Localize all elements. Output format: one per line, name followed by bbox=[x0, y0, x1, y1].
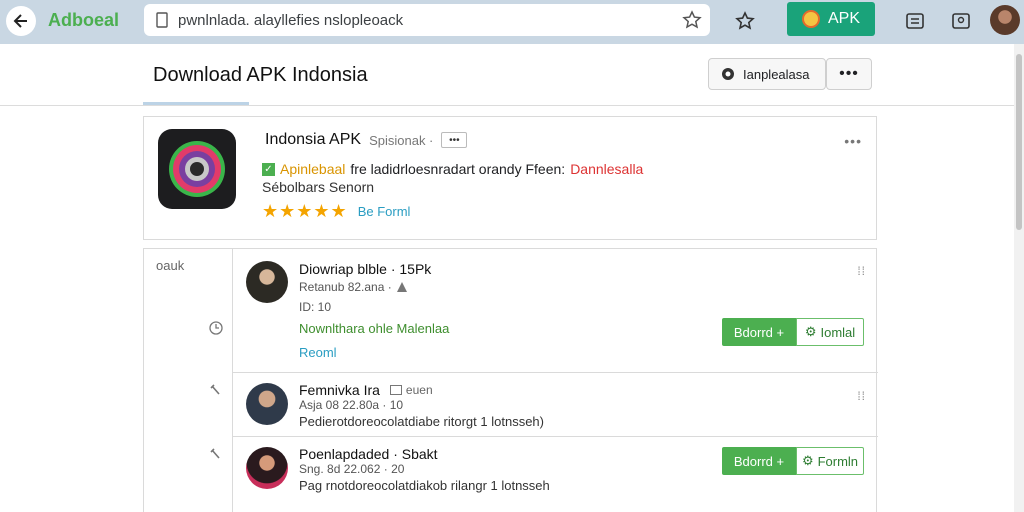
item-actions: Bdorrd + ⚙ Formln bbox=[722, 447, 864, 475]
browser-brand: Adboeal bbox=[48, 10, 120, 30]
app-name: Indonsia APK bbox=[265, 131, 362, 148]
item-description: Pag rnotdoreocolatdiakob rilangr 1 lotns… bbox=[299, 478, 550, 493]
item-status: Nownlthara ohle Malenlaa bbox=[299, 321, 450, 336]
app-rating: ★★★★★ Be Forml bbox=[262, 201, 410, 222]
card-more-button[interactable]: ••• bbox=[844, 133, 862, 149]
app-desc-red: Dannlesalla bbox=[570, 161, 644, 177]
list-item[interactable]: Femnivka Ira euen Asja 08 22.80a · 10 Pe… bbox=[233, 372, 878, 436]
app-desc-highlight: Apinlebaal bbox=[280, 161, 346, 177]
item-tag: euen bbox=[389, 383, 433, 397]
user-avatar[interactable] bbox=[990, 5, 1020, 35]
message-icon bbox=[389, 385, 402, 395]
tool-icon[interactable] bbox=[208, 446, 224, 462]
list-item[interactable]: Poenlapdaded · Sbakt Sng. 8d 22.062 · 20… bbox=[233, 436, 878, 512]
item-tag-text: euen bbox=[405, 383, 433, 397]
browser-toolbar: Adboeal pwnlnlada. alayllefies nslopleoa… bbox=[0, 0, 1024, 44]
page-scrollbar[interactable] bbox=[1014, 44, 1024, 512]
camera-lens-icon bbox=[169, 141, 225, 197]
back-button[interactable] bbox=[6, 6, 36, 36]
item-title: Femnivka Ira bbox=[299, 382, 380, 398]
app-desc-text: fre ladidrloesnradart orandy Ffeen: bbox=[350, 161, 566, 177]
item-meta: Sng. 8d 22.062 · 20 bbox=[299, 462, 405, 476]
header-divider bbox=[0, 105, 1014, 106]
avatar bbox=[246, 261, 288, 303]
app-icon[interactable] bbox=[158, 129, 236, 209]
app-name-row: Indonsia APK Spisionak · ••• bbox=[265, 131, 468, 149]
check-icon: ✓ bbox=[262, 162, 275, 176]
more-options-button[interactable]: ••• bbox=[826, 58, 872, 90]
clock-icon[interactable] bbox=[208, 320, 224, 336]
app-size: Sébolbars Senorn bbox=[262, 179, 375, 195]
item-meta-text: Retanub 82.ana · bbox=[299, 280, 392, 294]
secondary-button-label: Formln bbox=[817, 453, 859, 469]
address-bar[interactable]: pwnlnlada. alayllefies nslopleoack bbox=[144, 4, 710, 36]
app-description: ✓ Apinlebaal fre ladidrloesnradart orand… bbox=[262, 161, 643, 177]
page-icon bbox=[156, 12, 168, 28]
item-description: Pedierotdoreocolatdiabe ritorgt 1 lotnss… bbox=[299, 414, 544, 429]
reader-icon[interactable] bbox=[904, 10, 926, 32]
wrench-icon[interactable] bbox=[208, 382, 224, 398]
item-title: Diowriap blble · 15Pk bbox=[299, 261, 432, 277]
apk-logo-icon bbox=[801, 10, 820, 28]
rating-text[interactable]: Be Forml bbox=[358, 204, 411, 219]
item-meta: Asja 08 22.80a · 10 bbox=[299, 398, 404, 412]
extensions-icon[interactable] bbox=[734, 10, 756, 32]
secondary-button[interactable]: ⚙ Formln bbox=[796, 447, 864, 475]
apk-button[interactable]: APK bbox=[787, 2, 875, 36]
apk-button-label: APK bbox=[827, 10, 860, 27]
arrow-left-icon bbox=[13, 14, 27, 28]
options-button[interactable]: Ianplealasa bbox=[708, 58, 826, 90]
item-more-icon[interactable]: ⁞⁞ bbox=[857, 264, 866, 278]
app-card: Indonsia APK Spisionak · ••• ✓ Apinlebaa… bbox=[143, 116, 877, 240]
bookmark-star-icon[interactable] bbox=[682, 10, 702, 30]
scrollbar-thumb[interactable] bbox=[1016, 54, 1022, 230]
item-id: ID: 10 bbox=[299, 300, 332, 314]
item-link[interactable]: Reoml bbox=[299, 345, 337, 360]
app-subtitle: Spisionak · bbox=[369, 132, 434, 148]
item-title-row: Femnivka Ira euen bbox=[299, 382, 433, 398]
item-meta: Retanub 82.ana · bbox=[299, 280, 408, 294]
list: Diowriap blble · 15Pk Retanub 82.ana · I… bbox=[232, 248, 878, 512]
circle-dot-icon bbox=[722, 68, 734, 80]
secondary-button-label: Iomlal bbox=[820, 324, 856, 340]
item-title: Poenlapdaded · Sbakt bbox=[299, 446, 438, 462]
options-button-label: Ianplealasa bbox=[743, 66, 810, 82]
info-icon bbox=[396, 282, 407, 292]
download-button[interactable]: Bdorrd + bbox=[722, 447, 796, 475]
profile-card-icon[interactable] bbox=[950, 10, 972, 32]
gear-icon: ⚙ bbox=[804, 324, 817, 339]
sidebar-label: oauk bbox=[156, 258, 185, 273]
item-more-icon[interactable]: ⁞⁞ bbox=[857, 389, 866, 403]
app-chip[interactable]: ••• bbox=[441, 132, 468, 148]
rating-stars: ★★★★★ bbox=[262, 201, 348, 221]
url-text: pwnlnlada. alayllefies nslopleoack bbox=[178, 11, 404, 29]
avatar bbox=[246, 447, 288, 489]
list-item[interactable]: Diowriap blble · 15Pk Retanub 82.ana · I… bbox=[233, 248, 878, 372]
page-title: Download APK Indonsia bbox=[153, 64, 368, 86]
download-button[interactable]: Bdorrd + bbox=[722, 318, 796, 346]
gear-icon: ⚙ bbox=[801, 453, 814, 468]
item-actions: Bdorrd + ⚙ Iomlal bbox=[722, 318, 864, 346]
secondary-button[interactable]: ⚙ Iomlal bbox=[796, 318, 864, 346]
avatar bbox=[246, 383, 288, 425]
